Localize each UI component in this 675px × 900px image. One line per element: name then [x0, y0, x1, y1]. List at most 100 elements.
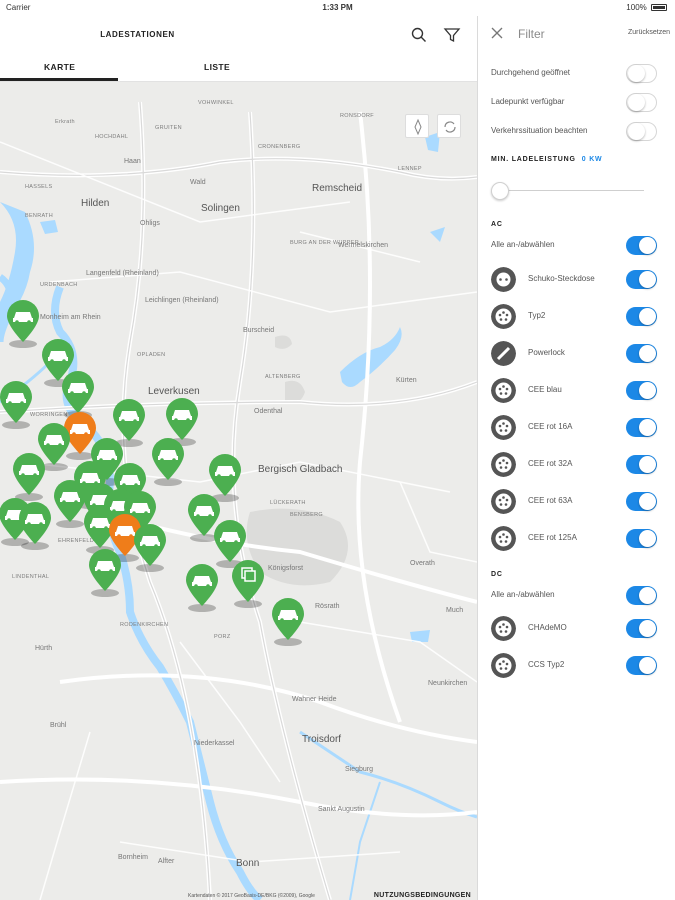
station-pin[interactable]: [228, 556, 268, 608]
station-pin[interactable]: [15, 498, 55, 550]
chademo-plug-icon: [491, 616, 516, 641]
locate-me-button[interactable]: [405, 114, 429, 138]
map-label: Hürth: [35, 645, 53, 652]
map-label: URDENBACH: [40, 282, 78, 288]
connector-label: CHAdeMO: [528, 623, 567, 632]
map-label: LINDENTHAL: [12, 574, 50, 580]
reset-button[interactable]: Zurücksetzen: [628, 29, 670, 36]
ac-connector-row[interactable]: CEE rot 125A: [478, 525, 675, 553]
connector-toggle[interactable]: [626, 492, 657, 511]
battery-percent: 100%: [626, 3, 647, 12]
map-label: GRUITEN: [155, 125, 182, 131]
connector-toggle[interactable]: [626, 344, 657, 363]
station-pin[interactable]: [3, 296, 43, 348]
map-label: Solingen: [201, 203, 240, 214]
tab-karte[interactable]: KARTE: [44, 62, 75, 72]
min-power-title: MIN. LADELEISTUNG: [491, 156, 576, 163]
filter-option[interactable]: Durchgehend geöffnet: [478, 60, 675, 88]
map-footer: Kartendaten © 2017 GeoBasis-DE/BKG (©200…: [0, 892, 477, 900]
filter-option[interactable]: Verkehrssituation beachten: [478, 118, 675, 146]
ac-select-all-toggle[interactable]: [626, 236, 657, 255]
charging-station-pin-icon: [186, 564, 218, 606]
station-pin[interactable]: [85, 545, 125, 597]
station-pin[interactable]: [148, 434, 188, 486]
min-power-slider[interactable]: [491, 181, 646, 201]
search-icon[interactable]: [409, 25, 429, 45]
map-label: Leichlingen (Rheinland): [145, 297, 219, 304]
toggle-knob: [639, 657, 656, 674]
connector-toggle[interactable]: [626, 619, 657, 638]
powerlock-plug-icon: [491, 341, 516, 366]
refresh-button[interactable]: [437, 114, 461, 138]
min-power-heading: MIN. LADELEISTUNG 0 KW: [491, 156, 602, 163]
station-pin[interactable]: [268, 594, 308, 646]
terms-link[interactable]: NUTZUNGSBEDINGUNGEN: [374, 892, 471, 899]
ac-connector-row[interactable]: CEE rot 16A: [478, 414, 675, 442]
map-label: Bergisch Gladbach: [258, 464, 343, 475]
map-label: Wermelskirchen: [338, 242, 389, 249]
ac-connector-row[interactable]: CEE blau: [478, 377, 675, 405]
connector-label: CEE blau: [528, 385, 562, 394]
filter-option[interactable]: Ladepunkt verfügbar: [478, 89, 675, 117]
toggle-knob: [639, 382, 656, 399]
top-nav: LADESTATIONEN KARTE LISTE: [0, 16, 477, 82]
toggle-knob: [628, 123, 645, 140]
connector-toggle[interactable]: [626, 418, 657, 437]
dc-connector-row[interactable]: CHAdeMO: [478, 615, 675, 643]
cee-blau-plug-icon: [491, 378, 516, 403]
battery-indicator: 100%: [626, 3, 667, 12]
ccs-typ2-plug-icon: [491, 653, 516, 678]
toggle-knob: [639, 456, 656, 473]
toggle-knob: [639, 237, 656, 254]
map-label: Königsforst: [268, 565, 304, 572]
station-pin[interactable]: [182, 560, 222, 612]
map-copyright: Kartendaten © 2017 GeoBasis-DE/BKG (©200…: [188, 893, 315, 899]
dc-connector-row[interactable]: CCS Typ2: [478, 652, 675, 680]
tab-liste[interactable]: LISTE: [204, 62, 230, 72]
station-pin[interactable]: [130, 520, 170, 572]
map-label: Brühl: [50, 722, 67, 729]
close-icon[interactable]: [490, 26, 504, 40]
map-label: RODENKIRCHEN: [120, 622, 169, 628]
station-pin[interactable]: [0, 377, 36, 429]
map-label: CRONENBERG: [258, 144, 301, 150]
map-label: Neunkirchen: [428, 680, 468, 687]
slider-thumb[interactable]: [491, 182, 509, 200]
ac-connector-row[interactable]: Typ2: [478, 303, 675, 331]
map-label: RONSDORF: [340, 113, 374, 119]
ac-connector-row[interactable]: CEE rot 63A: [478, 488, 675, 516]
dc-select-all[interactable]: Alle an-/abwählen: [478, 582, 675, 610]
map-view[interactable]: Erkrath GRUITEN HOCHDAHL VOHWINKEL RONSD…: [0, 82, 477, 900]
connector-toggle[interactable]: [626, 307, 657, 326]
toggle-knob: [639, 271, 656, 288]
charging-station-pin-icon: [7, 300, 39, 342]
battery-icon: [651, 4, 667, 11]
filter-option-toggle[interactable]: [626, 122, 657, 141]
connector-toggle[interactable]: [626, 529, 657, 548]
connector-toggle[interactable]: [626, 381, 657, 400]
map-label: Erkrath: [55, 119, 75, 125]
map-label: Kürten: [396, 377, 417, 384]
ac-connector-row[interactable]: Powerlock: [478, 340, 675, 368]
connector-toggle[interactable]: [626, 270, 657, 289]
filter-icon[interactable]: [442, 25, 462, 45]
filter-option-label: Durchgehend geöffnet: [491, 68, 571, 77]
connector-toggle[interactable]: [626, 656, 657, 675]
ac-connector-row[interactable]: CEE rot 32A: [478, 451, 675, 479]
ac-connector-row[interactable]: Schuko-Steckdose: [478, 266, 675, 294]
filter-option-toggle[interactable]: [626, 93, 657, 112]
dc-select-all-toggle[interactable]: [626, 586, 657, 605]
map-label: BENRATH: [25, 213, 53, 219]
stations-pane: LADESTATIONEN KARTE LISTE Erkrath GRUITE…: [0, 16, 477, 900]
filter-option-toggle[interactable]: [626, 64, 657, 83]
charging-station-pin-icon: [13, 453, 45, 495]
status-bar: Carrier 1:33 PM 100%: [0, 0, 675, 16]
toggle-knob: [639, 620, 656, 637]
ac-select-all[interactable]: Alle an-/abwählen: [478, 232, 675, 260]
cee-rot-32a-plug-icon: [491, 452, 516, 477]
filter-title: Filter: [518, 27, 545, 41]
filter-header: Filter Zurücksetzen: [478, 16, 675, 52]
clock: 1:33 PM: [322, 3, 353, 12]
schuko-plug-icon: [491, 267, 516, 292]
connector-toggle[interactable]: [626, 455, 657, 474]
